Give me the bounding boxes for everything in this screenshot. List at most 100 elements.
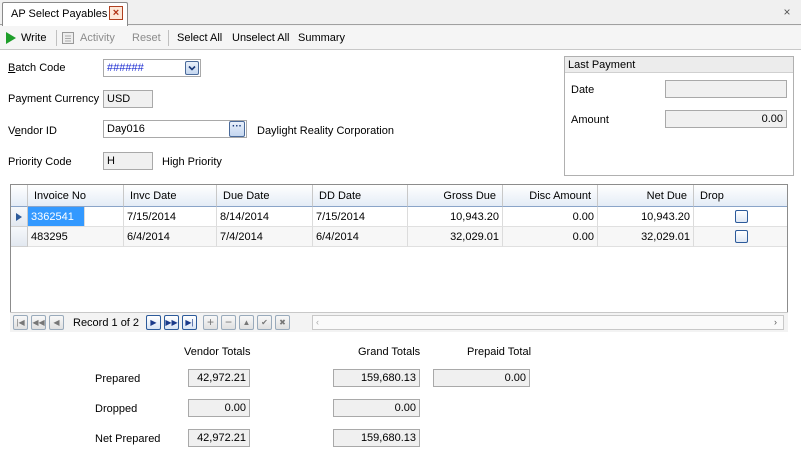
next-page-icon[interactable]: ▶▶ xyxy=(164,315,179,330)
vendor-net-prepared-field: 42,972.21 xyxy=(188,429,250,447)
cell-dd-date[interactable]: 6/4/2014 xyxy=(313,227,408,247)
payables-grid: Invoice No Invc Date Due Date DD Date Gr… xyxy=(10,184,788,332)
vendor-totals-header: Vendor Totals xyxy=(184,346,251,358)
last-payment-amount-label: Amount xyxy=(571,114,609,126)
net-prepared-label: Net Prepared xyxy=(95,433,161,445)
cell-invoice-no[interactable]: 3362541 xyxy=(28,207,85,227)
column-header-invoice-no[interactable]: Invoice No xyxy=(28,185,124,207)
last-payment-date-label: Date xyxy=(571,84,595,96)
activity-icon xyxy=(62,32,74,44)
unselect-all-button[interactable]: Unselect All xyxy=(232,30,289,46)
last-payment-amount-field: 0.00 xyxy=(665,110,787,128)
row-indicator[interactable] xyxy=(11,207,28,227)
play-icon xyxy=(6,32,16,44)
last-record-icon[interactable]: ▶| xyxy=(182,315,197,330)
scroll-right-icon[interactable]: › xyxy=(774,316,777,329)
vendor-id-input[interactable]: Day016 ··· xyxy=(103,120,247,138)
last-payment-header: Last Payment xyxy=(565,57,793,73)
cell-net-due[interactable]: 10,943.20 xyxy=(598,207,694,227)
grand-totals-header: Grand Totals xyxy=(358,346,421,358)
toolbar: Write Activity Reset Select All Unselect… xyxy=(0,26,801,50)
previous-record-icon[interactable]: ◀ xyxy=(49,315,64,330)
grand-net-prepared-field: 159,680.13 xyxy=(333,429,420,447)
grand-prepared-field: 159,680.13 xyxy=(333,369,420,387)
cell-net-due[interactable]: 32,029.01 xyxy=(598,227,694,247)
vendor-name: Daylight Reality Corporation xyxy=(257,125,394,137)
column-header-due-date[interactable]: Due Date xyxy=(217,185,313,207)
column-header-net-due[interactable]: Net Due xyxy=(598,185,694,207)
record-counter: Record 1 of 2 xyxy=(73,317,140,329)
cancel-edit-icon[interactable]: ✖ xyxy=(275,315,290,330)
first-record-icon[interactable]: |◀ xyxy=(13,315,28,330)
ellipsis-icon[interactable]: ··· xyxy=(229,121,245,137)
priority-code-field: H xyxy=(103,152,153,170)
drop-checkbox[interactable] xyxy=(735,230,748,243)
column-header-gross-due[interactable]: Gross Due xyxy=(408,185,503,207)
delete-record-icon[interactable]: − xyxy=(221,315,236,330)
vendor-id-value: Day016 xyxy=(107,123,145,135)
activity-button[interactable]: Activity xyxy=(62,30,122,46)
last-payment-title: Last Payment xyxy=(568,59,636,71)
summary-button[interactable]: Summary xyxy=(298,30,345,46)
record-navigator: |◀ ◀◀ ◀ Record 1 of 2 ▶ ▶▶ ▶| + − ▲ ✔ ✖ … xyxy=(10,312,788,332)
vendor-id-label: Vendor ID xyxy=(8,125,57,137)
toolbar-separator xyxy=(56,30,57,46)
cell-invoice-no[interactable]: 483295 xyxy=(28,227,124,247)
write-button[interactable]: Write xyxy=(6,30,50,46)
toolbar-separator xyxy=(168,30,169,46)
select-all-button[interactable]: Select All xyxy=(177,30,222,46)
chevron-down-icon[interactable] xyxy=(185,61,199,75)
cell-disc-amount[interactable]: 0.00 xyxy=(503,207,598,227)
post-edit-icon[interactable]: ✔ xyxy=(257,315,272,330)
scroll-left-icon[interactable]: ‹ xyxy=(316,316,319,329)
column-header-dd-date[interactable]: DD Date xyxy=(313,185,408,207)
row-indicator[interactable] xyxy=(11,227,28,247)
cell-gross-due[interactable]: 10,943.20 xyxy=(408,207,503,227)
window-close-icon[interactable]: × xyxy=(780,5,794,19)
next-record-icon[interactable]: ▶ xyxy=(146,315,161,330)
vendor-dropped-field: 0.00 xyxy=(188,399,250,417)
prepaid-total-header: Prepaid Total xyxy=(467,346,532,358)
table-row[interactable]: 3362541 7/15/2014 8/14/2014 7/15/2014 10… xyxy=(11,207,787,227)
cell-due-date[interactable]: 8/14/2014 xyxy=(217,207,313,227)
cell-gross-due[interactable]: 32,029.01 xyxy=(408,227,503,247)
priority-code-label: Priority Code xyxy=(8,156,72,168)
batch-code-label: Batch Code xyxy=(8,62,66,74)
tab-ap-select-payables[interactable]: AP Select Payables × xyxy=(2,2,128,26)
table-row[interactable]: 483295 6/4/2014 7/4/2014 6/4/2014 32,029… xyxy=(11,227,787,247)
add-record-icon[interactable]: + xyxy=(203,315,218,330)
batch-code-select[interactable]: ###### xyxy=(103,59,201,77)
tab-close-icon[interactable]: × xyxy=(109,6,123,20)
grand-dropped-field: 0.00 xyxy=(333,399,420,417)
activity-label: Activity xyxy=(80,32,115,44)
last-payment-group: Last Payment Date Amount 0.00 xyxy=(564,56,794,176)
edit-record-icon[interactable]: ▲ xyxy=(239,315,254,330)
write-label: Write xyxy=(21,32,47,44)
row-selector-header xyxy=(11,185,28,207)
column-header-drop[interactable]: Drop xyxy=(694,185,787,207)
dropped-label: Dropped xyxy=(95,403,138,415)
priority-description: High Priority xyxy=(162,156,222,168)
column-header-disc-amount[interactable]: Disc Amount xyxy=(503,185,598,207)
cell-drop xyxy=(694,207,787,227)
column-header-invc-date[interactable]: Invc Date xyxy=(124,185,217,207)
vendor-prepared-field: 42,972.21 xyxy=(188,369,250,387)
cell-invc-date[interactable]: 6/4/2014 xyxy=(124,227,217,247)
reset-button[interactable]: Reset xyxy=(132,30,161,46)
batch-code-value: ###### xyxy=(107,62,144,74)
previous-page-icon[interactable]: ◀◀ xyxy=(31,315,46,330)
cell-invc-date[interactable]: 7/15/2014 xyxy=(124,207,217,227)
cell-blank xyxy=(85,207,124,227)
cell-dd-date[interactable]: 7/15/2014 xyxy=(313,207,408,227)
last-payment-date-field xyxy=(665,80,787,98)
prepared-label: Prepared xyxy=(95,373,141,385)
drop-checkbox[interactable] xyxy=(735,210,748,223)
horizontal-scrollbar[interactable]: ‹ › xyxy=(312,315,784,330)
batch-code-label-text: atch Code xyxy=(15,62,66,74)
document-tab-strip: AP Select Payables × × xyxy=(0,0,801,26)
cell-due-date[interactable]: 7/4/2014 xyxy=(217,227,313,247)
prepaid-total-field: 0.00 xyxy=(433,369,530,387)
cell-drop xyxy=(694,227,787,247)
cell-disc-amount[interactable]: 0.00 xyxy=(503,227,598,247)
tab-title: AP Select Payables xyxy=(11,8,108,20)
